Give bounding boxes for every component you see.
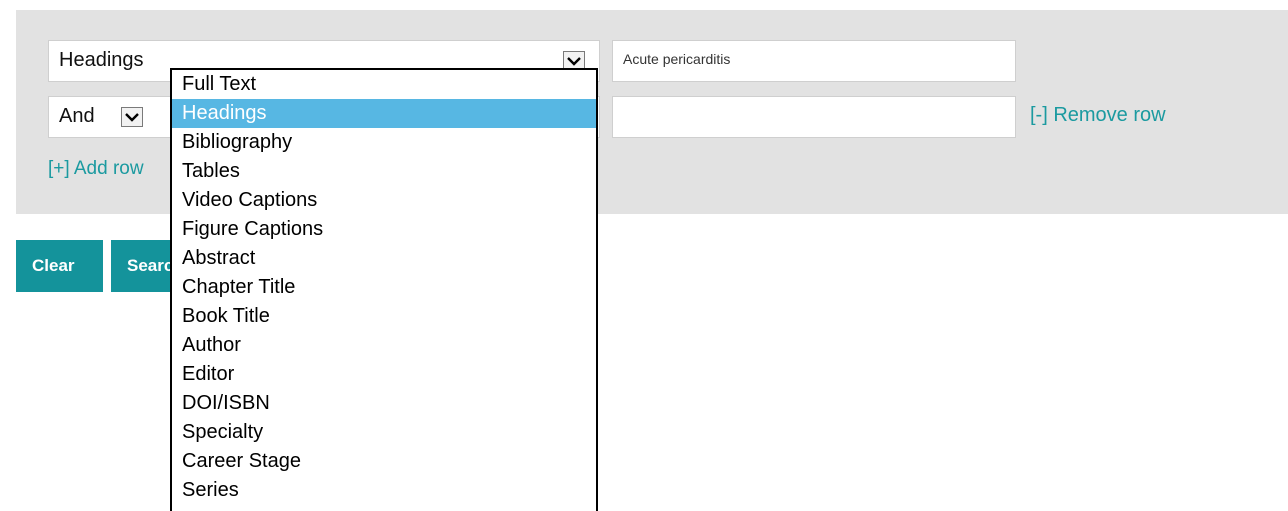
dropdown-option-editor[interactable]: Editor xyxy=(172,360,596,389)
dropdown-option-abstract[interactable]: Abstract xyxy=(172,244,596,273)
add-row-link[interactable]: [+] Add row xyxy=(48,158,144,180)
clear-button[interactable]: Clear xyxy=(16,240,103,292)
dropdown-option-career-stage[interactable]: Career Stage xyxy=(172,447,596,476)
dropdown-option-figure-captions[interactable]: Figure Captions xyxy=(172,215,596,244)
dropdown-option-author[interactable]: Author xyxy=(172,331,596,360)
dropdown-option-tables[interactable]: Tables xyxy=(172,157,596,186)
dropdown-option-full-text[interactable]: Full Text xyxy=(172,70,596,99)
field-dropdown-list[interactable]: Full Text Headings Bibliography Tables V… xyxy=(170,68,598,511)
remove-row-link[interactable]: [-] Remove row xyxy=(1030,104,1166,127)
dropdown-option-book-title[interactable]: Book Title xyxy=(172,302,596,331)
dropdown-option-specialty[interactable]: Specialty xyxy=(172,418,596,447)
clear-button-label: Clear xyxy=(32,256,75,275)
dropdown-option-doi-isbn[interactable]: DOI/ISBN xyxy=(172,389,596,418)
search-term-value: Acute pericarditis xyxy=(623,51,731,67)
dropdown-option-bibliography[interactable]: Bibliography xyxy=(172,128,596,157)
dropdown-option-video-captions[interactable]: Video Captions xyxy=(172,186,596,215)
dropdown-option-chapter-title[interactable]: Chapter Title xyxy=(172,273,596,302)
search-term-input[interactable]: Acute pericarditis xyxy=(612,40,1016,82)
dropdown-option-series[interactable]: Series xyxy=(172,476,596,505)
operator-select-value: And xyxy=(59,105,95,127)
chevron-down-icon[interactable] xyxy=(121,107,143,127)
dropdown-option-headings[interactable]: Headings xyxy=(172,99,596,128)
field-select-value: Headings xyxy=(59,49,144,71)
search-term-input-2[interactable] xyxy=(612,96,1016,138)
